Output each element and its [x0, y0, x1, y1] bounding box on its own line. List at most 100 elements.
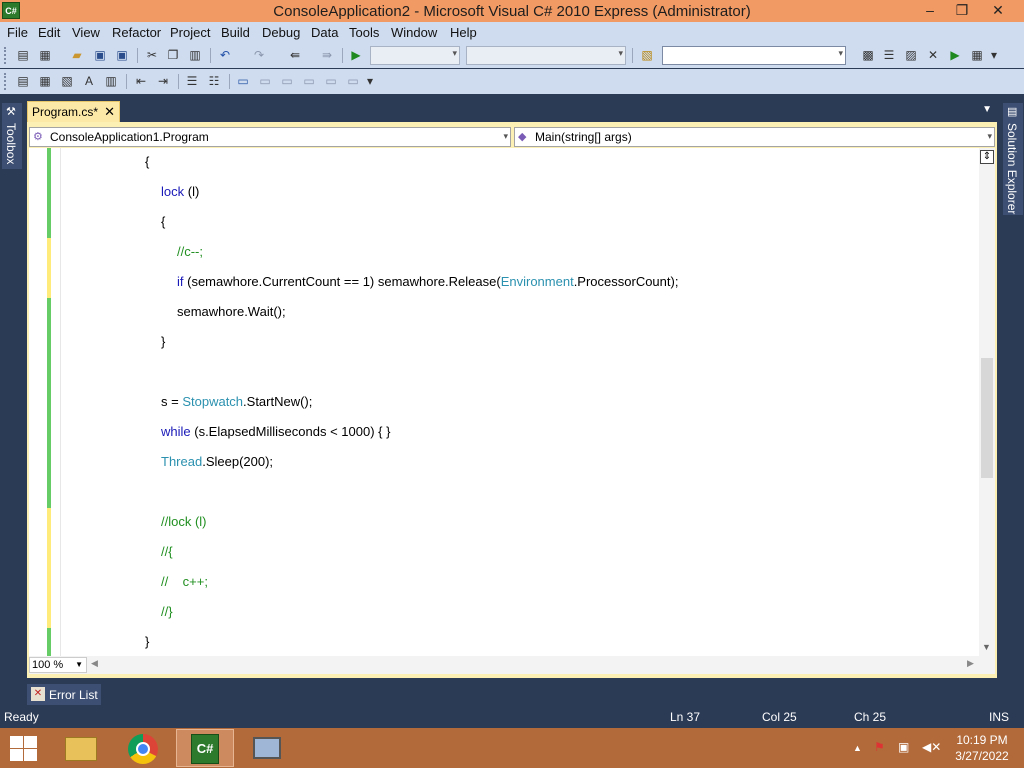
vertical-scrollbar[interactable]: ⇕ ▼ — [979, 148, 995, 656]
code-line[interactable]: //{ — [29, 538, 979, 568]
menu-refactor[interactable]: Refactor — [112, 25, 161, 40]
properties-icon[interactable]: ☰ — [880, 47, 898, 64]
comment-lines-icon[interactable]: ☰ — [183, 73, 201, 90]
code-line[interactable]: //c--; — [29, 238, 979, 268]
menu-edit[interactable]: Edit — [38, 25, 60, 40]
show-hidden-icons-icon[interactable]: ▲ — [853, 743, 862, 753]
redo-icon[interactable]: ↷ — [250, 47, 268, 64]
previous-bookmark-in-folder-icon[interactable]: ▭ — [300, 73, 318, 90]
cut-icon[interactable]: ✂ — [143, 47, 161, 64]
next-bookmark-in-folder-icon[interactable]: ▭ — [322, 73, 340, 90]
scroll-thumb[interactable] — [981, 358, 993, 478]
menu-tools[interactable]: Tools — [349, 25, 379, 40]
restore-button[interactable]: ❐ — [948, 0, 976, 20]
tab-error-list[interactable]: ✕ Error List — [27, 684, 101, 705]
toolbar-grip[interactable] — [4, 47, 7, 64]
system-clock[interactable]: 10:19 PM 3/27/2022 — [952, 732, 1012, 764]
find-in-files-icon[interactable]: ▧ — [638, 47, 656, 64]
menu-data[interactable]: Data — [311, 25, 338, 40]
menu-help[interactable]: Help — [450, 25, 477, 40]
copy-icon[interactable]: ❐ — [164, 47, 182, 64]
new-project-icon[interactable]: ▤ — [14, 47, 32, 64]
active-files-dropdown-icon[interactable]: ▼ — [982, 104, 992, 115]
code-line[interactable]: lock (l) — [29, 178, 979, 208]
scroll-down-icon[interactable]: ▼ — [982, 642, 991, 652]
scroll-right-icon[interactable]: ▶ — [967, 658, 974, 669]
toolbar-options-icon[interactable]: ▾ — [364, 73, 376, 90]
scroll-left-icon[interactable]: ◀ — [91, 658, 98, 669]
open-file-icon[interactable]: ▰ — [68, 47, 86, 64]
code-line[interactable]: Thread.Sleep(200); — [29, 448, 979, 478]
start-debugging-icon[interactable]: ▶ — [347, 47, 365, 64]
start-page-icon[interactable]: ▶ — [946, 47, 964, 64]
decrease-indent-icon[interactable]: ⇤ — [132, 73, 150, 90]
code-text: //lock (l) — [161, 514, 207, 529]
taskbar-chrome[interactable] — [114, 729, 172, 767]
toolbox-side-tab[interactable]: ⚒ Toolbox — [2, 103, 22, 169]
network-icon[interactable]: ▣ — [898, 740, 909, 754]
taskbar-performance-monitor[interactable] — [238, 729, 296, 767]
code-line[interactable]: // c++; — [29, 568, 979, 598]
list-members-icon[interactable]: ▥ — [102, 73, 120, 90]
toolbar-options-icon[interactable]: ▾ — [988, 47, 1000, 64]
toggle-bookmark-icon[interactable]: ▭ — [234, 73, 252, 90]
zoom-combo[interactable]: 100 % ▼ — [29, 657, 87, 673]
solution-platform-combo[interactable]: ▾ — [466, 46, 626, 65]
close-button[interactable]: ✕ — [984, 0, 1012, 20]
clear-bookmarks-icon[interactable]: ▭ — [344, 73, 362, 90]
next-bookmark-icon[interactable]: ▭ — [278, 73, 296, 90]
code-line[interactable]: { — [29, 208, 979, 238]
toolbar-grip[interactable] — [4, 73, 7, 90]
menu-file[interactable]: File — [7, 25, 28, 40]
member-selector[interactable]: ◆ Main(string[] args) ▾ — [514, 127, 995, 147]
code-editor[interactable]: {lock (l) {//c--; if (semawhore.CurrentCou… — [29, 148, 979, 656]
code-line[interactable]: s = Stopwatch.StartNew(); — [29, 388, 979, 418]
navigate-forward-icon[interactable]: ⇛ — [318, 47, 336, 64]
minimize-button[interactable]: – — [916, 0, 944, 20]
object-member-list-icon[interactable]: ▤ — [14, 73, 32, 90]
navigate-backward-icon[interactable]: ⇚ — [286, 47, 304, 64]
find-combo[interactable]: ▾ — [662, 46, 846, 65]
taskbar-visual-csharp[interactable]: C# — [176, 729, 234, 767]
add-item-icon[interactable]: ▦ — [36, 47, 54, 64]
solution-configuration-combo[interactable]: ▾ — [370, 46, 460, 65]
menu-project[interactable]: Project — [170, 25, 210, 40]
code-line[interactable]: } — [29, 628, 979, 656]
menu-view[interactable]: View — [72, 25, 100, 40]
previous-bookmark-icon[interactable]: ▭ — [256, 73, 274, 90]
code-line[interactable]: } — [29, 328, 979, 358]
increase-indent-icon[interactable]: ⇥ — [154, 73, 172, 90]
code-line[interactable] — [29, 358, 979, 388]
tab-program-cs[interactable]: Program.cs* ✕ — [27, 101, 120, 122]
taskbar-file-explorer[interactable] — [52, 729, 110, 767]
uncomment-lines-icon[interactable]: ☷ — [205, 73, 223, 90]
toolbox-icon[interactable]: ✕ — [924, 47, 942, 64]
menu-window[interactable]: Window — [391, 25, 437, 40]
code-line[interactable] — [29, 478, 979, 508]
code-line[interactable]: //} — [29, 598, 979, 628]
paste-icon[interactable]: ▥ — [186, 47, 204, 64]
parameter-info-icon[interactable]: ▦ — [36, 73, 54, 90]
code-line[interactable]: while (s.ElapsedMilliseconds < 1000) { } — [29, 418, 979, 448]
menu-debug[interactable]: Debug — [262, 25, 300, 40]
object-browser-icon[interactable]: ▨ — [902, 47, 920, 64]
code-line[interactable]: //lock (l) — [29, 508, 979, 538]
quick-info-icon[interactable]: ▧ — [58, 73, 76, 90]
solution-explorer-side-tab[interactable]: ▤ Solution Explorer — [1003, 103, 1023, 215]
solution-explorer-icon[interactable]: ▩ — [859, 47, 877, 64]
complete-word-icon[interactable]: A — [80, 73, 98, 90]
extension-manager-icon[interactable]: ▦ — [968, 47, 986, 64]
save-all-icon[interactable]: ▣ — [113, 47, 131, 64]
menu-build[interactable]: Build — [221, 25, 250, 40]
save-icon[interactable]: ▣ — [91, 47, 109, 64]
close-tab-icon[interactable]: ✕ — [104, 104, 115, 120]
code-line[interactable]: if (semawhore.CurrentCount == 1) semawho… — [29, 268, 979, 298]
windows-start-icon[interactable] — [8, 734, 38, 762]
code-line[interactable]: semawhore.Wait(); — [29, 298, 979, 328]
type-selector[interactable]: ⚙ ConsoleApplication1.Program ▾ — [29, 127, 511, 147]
split-handle-icon[interactable]: ⇕ — [980, 150, 994, 164]
undo-icon[interactable]: ↶ — [216, 47, 234, 64]
volume-muted-icon[interactable]: ◀✕ — [922, 740, 941, 754]
action-center-flag-icon[interactable]: ⚑ — [874, 740, 885, 754]
code-line[interactable]: { — [29, 148, 979, 178]
